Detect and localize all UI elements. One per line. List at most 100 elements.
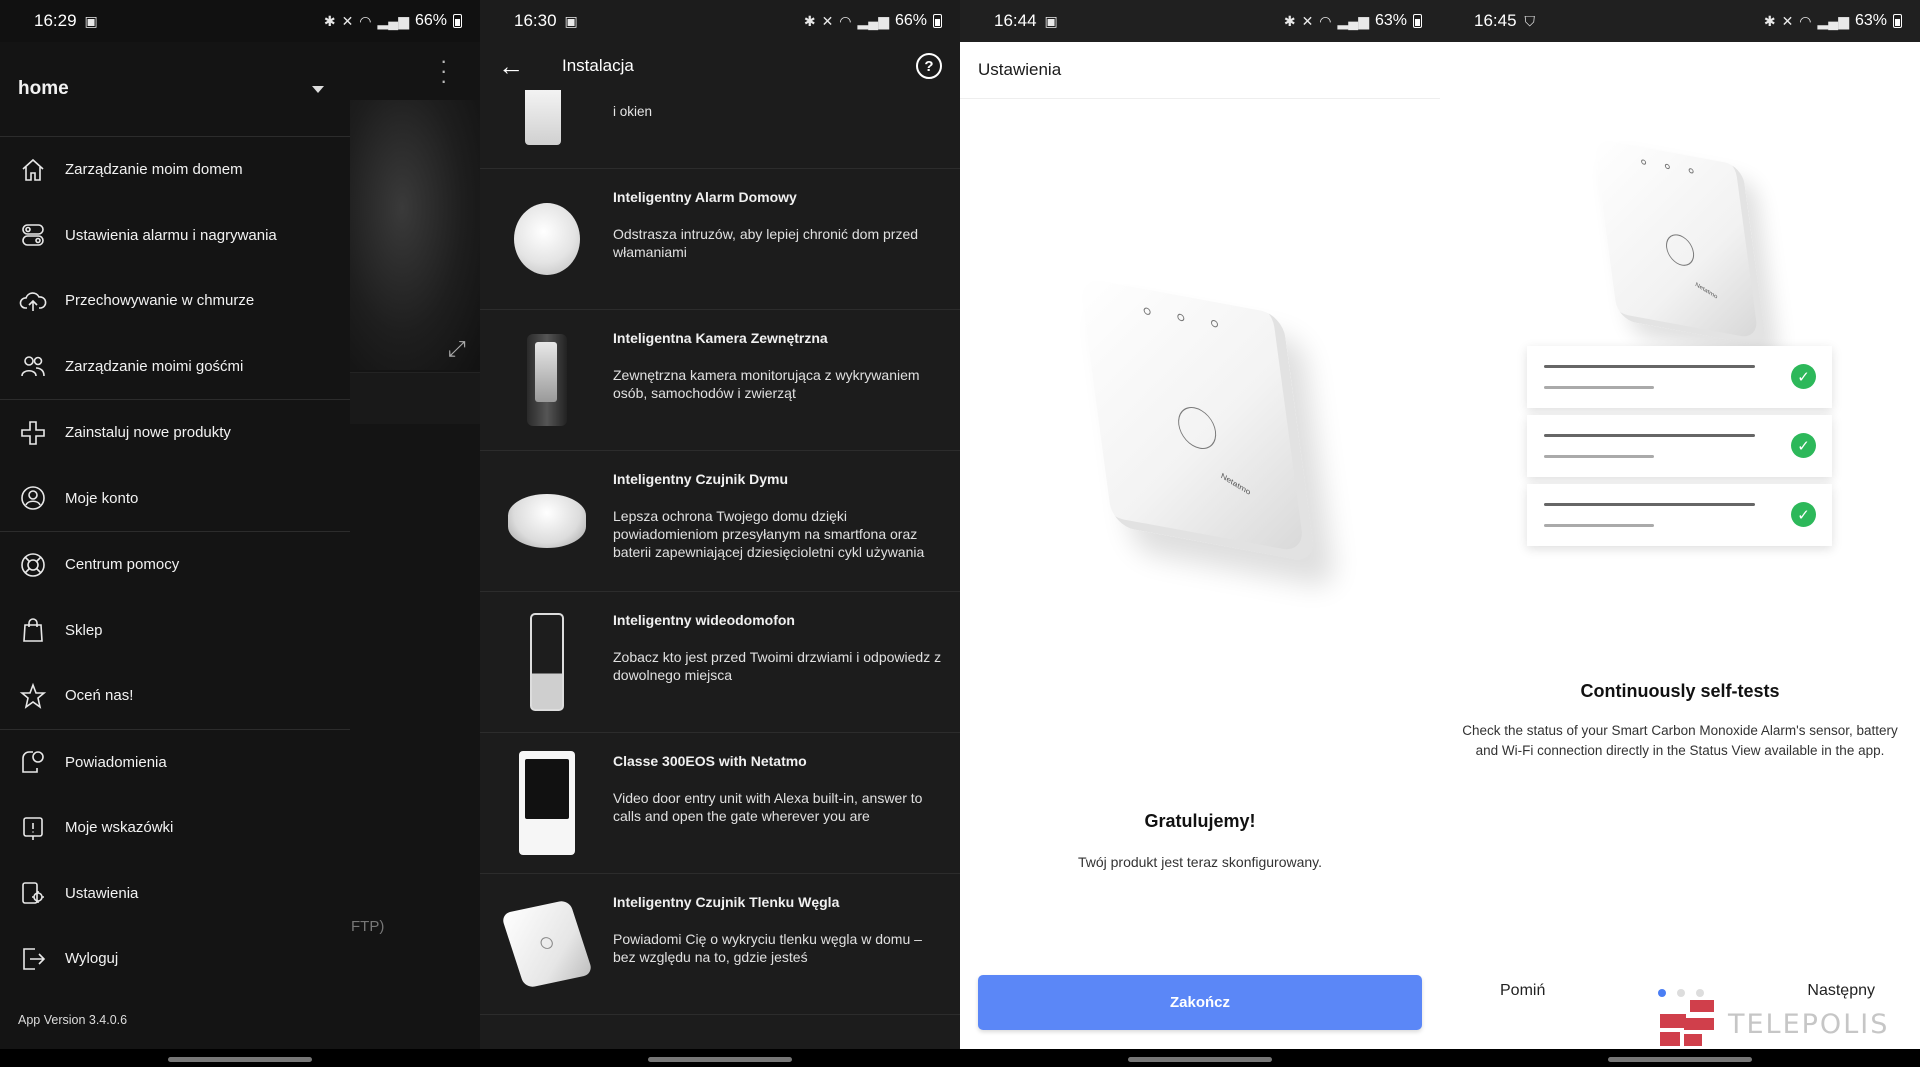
shield-icon: ⛉ xyxy=(1524,12,1536,29)
placeholder-line xyxy=(1544,455,1654,458)
page-title: Ustawienia xyxy=(978,60,1062,79)
menu-item[interactable]: Centrum pomocy xyxy=(0,532,350,598)
status-time: 16:44 xyxy=(994,11,1037,30)
next-button[interactable]: Następny xyxy=(1807,982,1875,1000)
battery-icon xyxy=(1413,14,1422,28)
menu-item[interactable]: Powiadomienia xyxy=(0,730,350,796)
menu-item[interactable]: Oceń nas! xyxy=(0,663,350,729)
product-list-item[interactable]: Inteligentny Czujnik Tlenku Węgla Powiado… xyxy=(480,874,960,1015)
product-description: Odstrasza intruzów, aby lepiej chronić d… xyxy=(613,226,919,260)
status-check-card: ✓ xyxy=(1527,484,1832,546)
wifi-icon: ◠ xyxy=(1319,12,1332,29)
list-item[interactable]: i okien xyxy=(480,90,960,169)
menu-item-label: Ustawienia alarmu i nagrywania xyxy=(65,226,277,244)
menu-item[interactable]: Zarządzanie moim domem xyxy=(0,137,350,203)
led-indicator xyxy=(1688,167,1694,174)
product-description: Powiadomi Cię o wykryciu tlenku węgla w … xyxy=(613,931,922,965)
logout-icon xyxy=(18,944,48,974)
navigation-drawer: home Zarządzanie moim domem Ustawienia al… xyxy=(0,42,350,1049)
product-description: Zobacz kto jest przed Twoimi drzwiami i … xyxy=(613,649,942,683)
lifebuoy-icon xyxy=(18,550,48,580)
system-nav-bar xyxy=(1440,1049,1920,1067)
product-description: Zewnętrzna kamera monitorująca z wykrywa… xyxy=(613,367,920,401)
signal-icon: ▂▄▆ xyxy=(377,12,409,29)
product-list-item[interactable]: Inteligentna Kamera Zewnętrzna Zewnętrzna… xyxy=(480,310,960,451)
mute-icon: ✕ xyxy=(341,12,354,29)
home-gesture-bar[interactable] xyxy=(648,1057,792,1062)
device-button xyxy=(1175,403,1219,453)
product-description: Lepsza ochrona Twojego domu dzięki powia… xyxy=(613,508,925,560)
alarm-settings-icon xyxy=(18,220,48,250)
menu-item[interactable]: Moje konto xyxy=(0,466,350,532)
mute-icon: ✕ xyxy=(821,12,834,29)
product-thumbnail xyxy=(480,610,613,714)
menu-item-label: Zarządzanie moim domem xyxy=(65,161,243,179)
product-info: Inteligentna Kamera Zewnętrzna Zewnętrzna… xyxy=(613,328,942,432)
placeholder-line xyxy=(1544,386,1654,389)
check-icon: ✓ xyxy=(1791,364,1816,389)
skip-button[interactable]: Pomiń xyxy=(1500,982,1545,1000)
star-icon xyxy=(18,681,48,711)
telepolis-logo-icon xyxy=(1660,1000,1718,1048)
led-indicator xyxy=(1143,306,1152,316)
feature-title: Continuously self-tests xyxy=(1580,681,1780,701)
product-description: i okien xyxy=(613,104,653,119)
status-check-card: ✓ xyxy=(1527,346,1832,408)
app-header: Ustawienia xyxy=(960,42,1440,99)
home-gesture-bar[interactable] xyxy=(1608,1057,1752,1062)
more-options-icon: · · · xyxy=(440,48,448,93)
signal-icon: ▂▄▆ xyxy=(857,12,889,29)
menu-item[interactable]: Ustawienia xyxy=(0,861,350,927)
menu-item[interactable]: Zainstaluj nowe produkty xyxy=(0,400,350,466)
finish-button[interactable]: Zakończ xyxy=(978,975,1422,1030)
menu-item-label: Centrum pomocy xyxy=(65,556,180,574)
menu-item[interactable]: Zarządzanie moimi gośćmi xyxy=(0,334,350,400)
product-thumbnail xyxy=(480,187,613,291)
product-list-item[interactable]: Inteligentny Czujnik Dymu Lepsza ochrona … xyxy=(480,451,960,592)
product-list-item[interactable]: Inteligentny wideodomofon Zobacz kto jest… xyxy=(480,592,960,733)
wifi-icon: ◠ xyxy=(359,12,372,29)
home-gesture-bar[interactable] xyxy=(1128,1057,1272,1062)
plus-icon xyxy=(18,418,48,448)
mute-icon: ✕ xyxy=(1301,12,1314,29)
menu-item-label: Zainstaluj nowe produkty xyxy=(65,424,231,442)
menu-item-label: Oceń nas! xyxy=(65,687,134,705)
page-dot[interactable] xyxy=(1658,989,1666,997)
status-bar: 16:29 ▣ ✱ ✕ ◠ ▂▄▆ 66% xyxy=(0,0,480,42)
led-indicator xyxy=(1640,159,1647,166)
placeholder-line xyxy=(1544,365,1755,368)
background-strip xyxy=(350,372,480,424)
product-info: Inteligentny Czujnik Tlenku Węgla Powiado… xyxy=(613,892,942,996)
help-icon[interactable]: ? xyxy=(916,53,942,79)
check-icon: ✓ xyxy=(1791,433,1816,458)
status-time: 16:30 xyxy=(514,11,557,30)
product-info: Inteligentny wideodomofon Zobacz kto jest… xyxy=(613,610,942,714)
product-list-item[interactable]: Classe 300EOS with Netatmo Video door ent… xyxy=(480,733,960,874)
battery-percent: 66% xyxy=(894,12,927,29)
menu-item[interactable]: Sklep xyxy=(0,598,350,664)
success-message: Twój produkt jest teraz skonfigurowany. xyxy=(1077,854,1323,870)
product-list-item[interactable]: Inteligentny Alarm Domowy Odstrasza intru… xyxy=(480,169,960,310)
page-dot[interactable] xyxy=(1696,989,1704,997)
onboarding-screen: 16:45 ⛉ ✱ ✕ ◠ ▂▄▆ 63% Netatmo ✓ ✓ ✓ Cont… xyxy=(1440,0,1920,1067)
home-selector[interactable]: home xyxy=(0,42,350,137)
menu-item[interactable]: Przechowywanie w chmurze xyxy=(0,268,350,334)
placeholder-line xyxy=(1544,524,1654,527)
system-nav-bar xyxy=(480,1049,960,1067)
mute-icon: ✕ xyxy=(1781,12,1794,29)
page-dot[interactable] xyxy=(1677,989,1685,997)
bluetooth-icon: ✱ xyxy=(803,12,816,29)
status-bar: 16:44 ▣ ✱ ✕ ◠ ▂▄▆ 63% xyxy=(960,0,1440,42)
menu-item[interactable]: Moje wskazówki xyxy=(0,795,350,861)
page-indicator xyxy=(1658,989,1704,997)
status-time: 16:45 xyxy=(1474,11,1517,30)
expand-icon: ⤢ xyxy=(448,336,466,361)
back-arrow-icon[interactable]: ← xyxy=(498,51,544,82)
home-gesture-bar[interactable] xyxy=(168,1057,312,1062)
system-nav-bar xyxy=(960,1049,1440,1067)
product-name: Inteligentny wideodomofon xyxy=(613,612,795,628)
menu-item[interactable]: Wyloguj xyxy=(0,926,350,992)
menu-item-label: Moje wskazówki xyxy=(65,819,174,837)
menu-item[interactable]: Ustawienia alarmu i nagrywania xyxy=(0,203,350,269)
product-name: Inteligentny Czujnik Dymu xyxy=(613,471,789,487)
